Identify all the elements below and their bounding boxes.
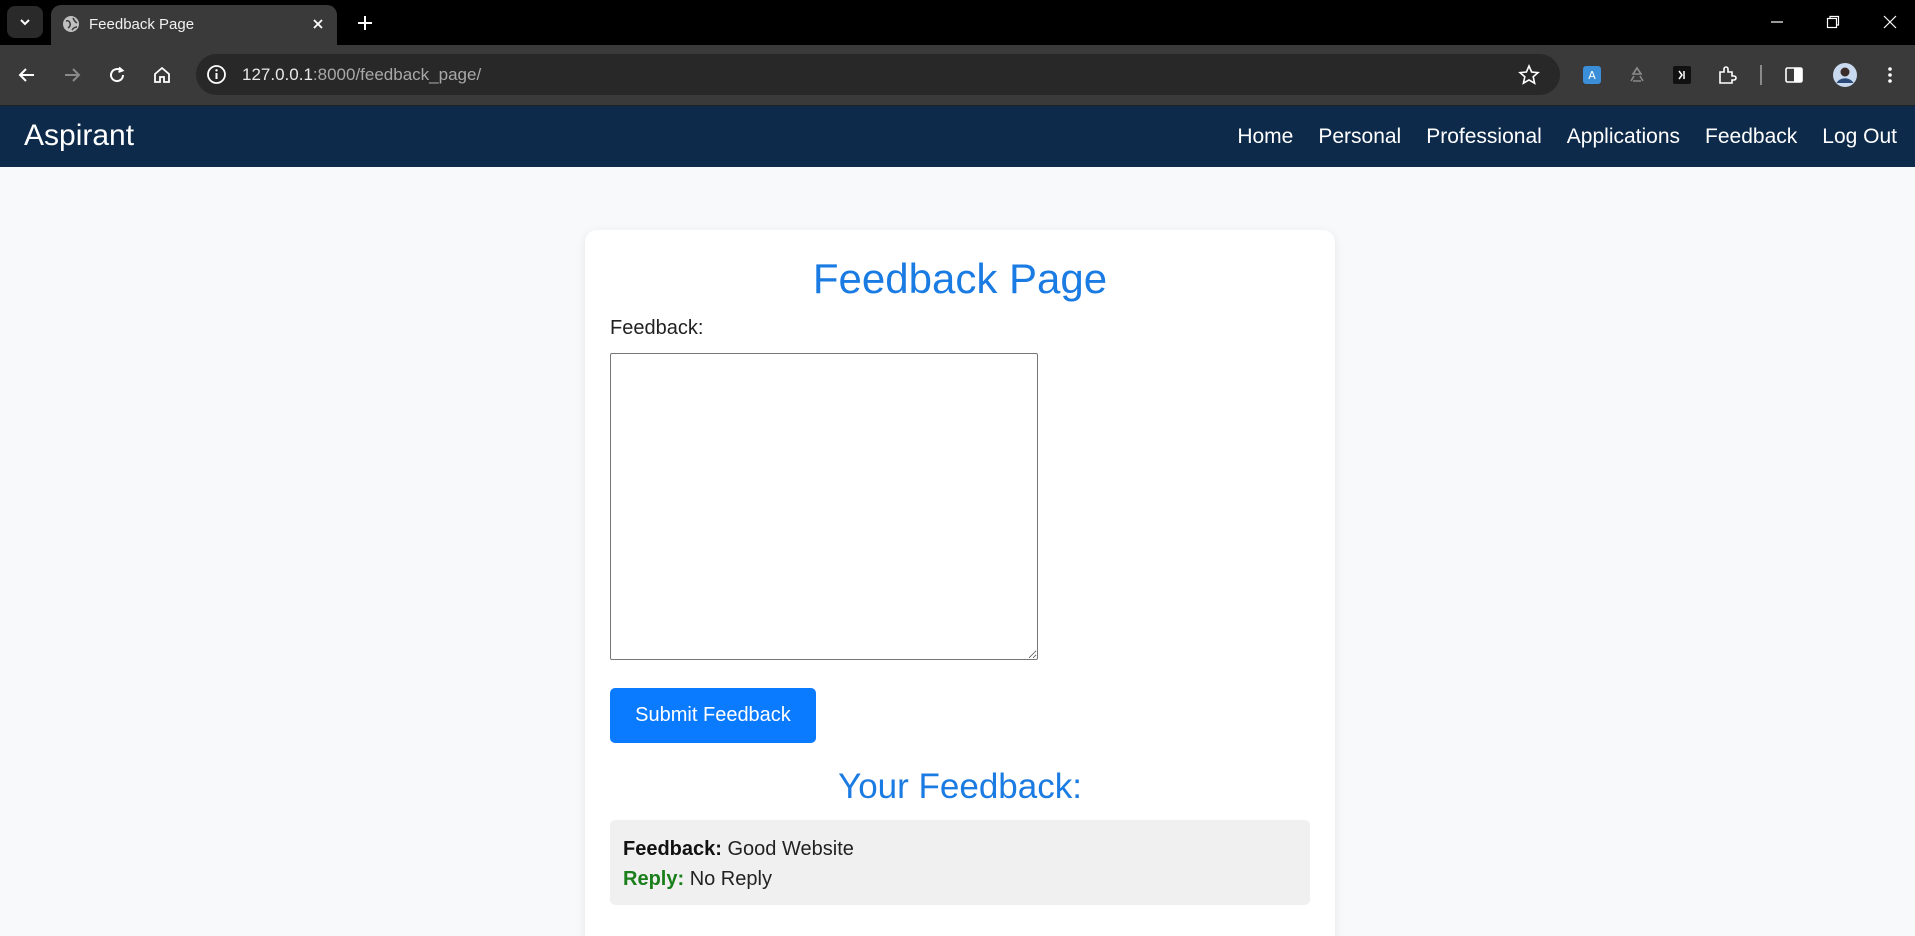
tab-close-button[interactable] — [308, 14, 328, 34]
translate-icon: A — [1583, 66, 1601, 84]
submit-feedback-button[interactable]: Submit Feedback — [610, 688, 816, 743]
chevron-down-icon — [20, 19, 30, 26]
reply-line: Reply: No Reply — [623, 864, 1297, 894]
browser-toolbar: 127.0.0.1:8000/feedback_page/ A — [0, 45, 1915, 106]
url-text: 127.0.0.1:8000/feedback_page/ — [242, 65, 481, 85]
extension-translate-icon[interactable]: A — [1580, 63, 1604, 87]
feedback-card: Feedback Page Feedback: Submit Feedback … — [585, 230, 1335, 936]
globe-icon — [63, 16, 79, 32]
arrow-right-icon — [65, 68, 81, 82]
forward-button[interactable] — [57, 60, 87, 90]
page-title: Feedback Page — [812, 255, 1108, 302]
extension-recycle-icon[interactable] — [1625, 63, 1649, 87]
info-icon[interactable] — [206, 64, 227, 85]
back-button[interactable] — [12, 60, 42, 90]
nav-link-logout[interactable]: Log Out — [1822, 125, 1897, 149]
nav-link-home[interactable]: Home — [1237, 125, 1293, 149]
home-icon — [154, 66, 170, 83]
feedback-line: Feedback: Good Website — [623, 834, 1297, 864]
feedback-key: Feedback: — [623, 838, 722, 860]
browser-tab[interactable]: Feedback Page — [51, 5, 337, 45]
url-path: :8000/feedback_page/ — [312, 65, 482, 84]
tab-search-button[interactable] — [7, 6, 43, 38]
nav-link-applications[interactable]: Applications — [1567, 125, 1680, 149]
bookmark-star-icon[interactable] — [1518, 64, 1540, 86]
browser-tabstrip: Feedback Page — [0, 0, 1915, 45]
minimize-icon — [1771, 21, 1783, 23]
side-panel-button[interactable] — [1782, 63, 1806, 87]
arrow-left-icon — [18, 68, 34, 82]
feedback-text: Good Website — [727, 838, 854, 860]
avatar-icon — [1833, 63, 1857, 87]
nav-link-personal[interactable]: Personal — [1318, 125, 1401, 149]
feedback-textarea[interactable] — [610, 353, 1038, 660]
more-vertical-icon — [1888, 67, 1892, 83]
profile-avatar[interactable] — [1831, 61, 1859, 89]
browser-menu-button[interactable] — [1878, 63, 1902, 87]
side-panel-icon — [1785, 67, 1803, 83]
home-button[interactable] — [147, 60, 177, 90]
feedback-label: Feedback: — [610, 317, 704, 339]
plus-icon — [358, 16, 372, 30]
minimize-button[interactable] — [1762, 8, 1792, 36]
extension-dark-icon[interactable] — [1670, 63, 1694, 87]
puzzle-icon — [1719, 66, 1737, 84]
site-navbar: Aspirant Home Personal Professional Appl… — [0, 106, 1915, 167]
tab-title: Feedback Page — [89, 16, 195, 33]
dark-app-icon — [1673, 66, 1691, 84]
nav-link-professional[interactable]: Professional — [1426, 125, 1542, 149]
toolbar-separator — [1760, 65, 1762, 85]
svg-text:A: A — [1588, 69, 1596, 82]
restore-icon — [1826, 15, 1840, 29]
address-bar[interactable]: 127.0.0.1:8000/feedback_page/ — [196, 54, 1560, 95]
brand-logo[interactable]: Aspirant — [24, 119, 134, 153]
new-tab-button[interactable] — [352, 10, 378, 36]
close-icon — [1883, 15, 1897, 29]
reply-text: No Reply — [689, 868, 772, 890]
extensions-button[interactable] — [1715, 63, 1739, 87]
reload-button[interactable] — [102, 60, 132, 90]
url-host: 127.0.0.1 — [242, 65, 313, 84]
window-close-button[interactable] — [1875, 8, 1905, 36]
recycle-icon — [1630, 66, 1644, 82]
reply-key: Reply: — [623, 868, 685, 890]
nav-links: Home Personal Professional Applications … — [1237, 125, 1897, 149]
nav-link-feedback[interactable]: Feedback — [1705, 125, 1797, 149]
your-feedback-heading: Your Feedback: — [838, 767, 1082, 806]
close-icon — [313, 19, 323, 29]
restore-button[interactable] — [1818, 8, 1848, 36]
feedback-item: Feedback: Good Website Reply: No Reply — [610, 820, 1310, 905]
reload-icon — [110, 66, 125, 83]
